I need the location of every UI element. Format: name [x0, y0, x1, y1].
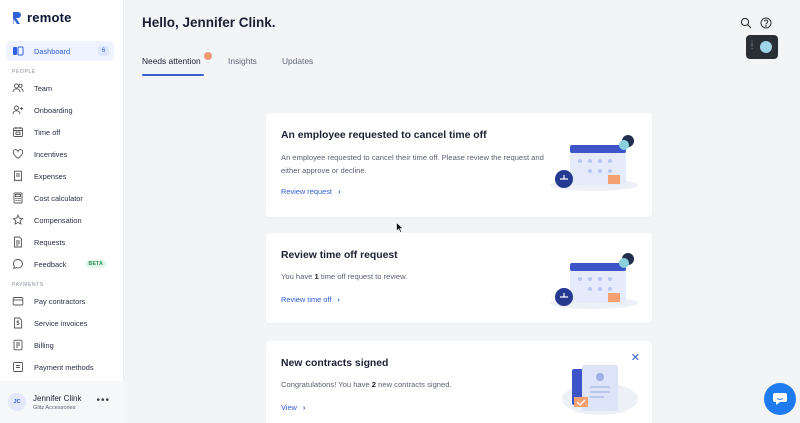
sidebar-item-label: Payment methods	[34, 362, 94, 372]
avatar: JC	[8, 393, 26, 411]
heart-icon	[12, 148, 24, 160]
tab-updates[interactable]: Updates	[282, 56, 313, 66]
chevron-right-icon: ›	[337, 187, 341, 196]
sidebar-item-label: Time off	[34, 127, 61, 137]
notification-count-badge: 6	[98, 46, 109, 56]
user-plus-icon	[12, 104, 24, 116]
contract-illustration	[562, 365, 638, 415]
section-label-payments: PAYMENTS	[12, 282, 44, 288]
search-icon[interactable]	[740, 17, 752, 29]
sidebar-item-label: Service invoices	[34, 318, 88, 328]
card-body-text: Congratulations! You have	[281, 380, 372, 389]
review-time-off-link[interactable]: Review time off ›	[281, 295, 340, 304]
sidebar-item-pay-contractors[interactable]: Pay contractors	[6, 291, 114, 311]
floating-widget[interactable]: ⋮ ⋮	[746, 35, 778, 59]
calendar-illustration	[550, 253, 638, 309]
tab-notification-dot	[204, 52, 212, 60]
link-label: Review time off	[281, 295, 332, 304]
sidebar-item-label: Billing	[34, 340, 54, 350]
card-body: Congratulations! You have 2 new contract…	[281, 378, 551, 391]
sidebar-item-cost-calculator[interactable]: Cost calculator	[6, 188, 114, 208]
dashboard-icon	[12, 45, 24, 57]
chevron-right-icon: ›	[302, 403, 306, 412]
sidebar-item-label: Pay contractors	[34, 296, 86, 306]
attention-card-review-time-off: Review time off request You have 1 time …	[266, 233, 652, 323]
chat-launcher-button[interactable]	[764, 383, 796, 415]
sidebar-item-label: Expenses	[34, 171, 67, 181]
sidebar-item-payment-methods[interactable]: Payment methods	[6, 357, 114, 377]
bill-icon	[12, 339, 24, 351]
sidebar: remote Dashboard 6 PEOPLE Team Onboardin…	[0, 0, 124, 423]
sidebar-item-label: Dashboard	[34, 46, 71, 56]
receipt-icon	[12, 170, 24, 182]
sidebar-item-label: Incentives	[34, 149, 68, 159]
sidebar-item-service-invoices[interactable]: Service invoices	[6, 313, 114, 333]
user-profile[interactable]: JC Jennifer Clink Glitz Accessories •••	[0, 381, 124, 423]
card-body-text: time off request to review.	[318, 272, 408, 281]
sidebar-item-label: Requests	[34, 237, 66, 247]
wallet-icon	[12, 295, 24, 307]
sidebar-item-expenses[interactable]: Expenses	[6, 166, 114, 186]
sidebar-item-onboarding[interactable]: Onboarding	[6, 100, 114, 120]
section-label-people: PEOPLE	[12, 69, 36, 75]
tab-insights[interactable]: Insights	[228, 56, 257, 66]
more-options-icon[interactable]: •••	[96, 395, 110, 406]
assistant-avatar-icon	[760, 41, 772, 53]
sidebar-item-label: Compensation	[34, 215, 82, 225]
card-title: An employee requested to cancel time off	[281, 130, 487, 141]
attention-card-cancel-time-off: An employee requested to cancel time off…	[266, 113, 652, 217]
sidebar-item-billing[interactable]: Billing	[6, 335, 114, 355]
calendar-illustration	[550, 135, 638, 191]
card-body: You have 1 time off request to review.	[281, 270, 551, 283]
star-icon	[12, 214, 24, 226]
sidebar-item-label: Feedback	[34, 259, 67, 269]
card-title: New contracts signed	[281, 358, 389, 369]
sidebar-item-feedback[interactable]: Feedback BETA	[6, 254, 114, 274]
card-body-text: You have	[281, 272, 315, 281]
card-title: Review time off request	[281, 250, 398, 261]
logo[interactable]: remote	[12, 10, 72, 25]
calculator-icon	[12, 192, 24, 204]
card-icon	[12, 361, 24, 373]
sidebar-item-label: Onboarding	[34, 105, 73, 115]
remote-logo-icon	[13, 11, 21, 24]
tab-needs-attention[interactable]: Needs attention	[142, 56, 201, 66]
sidebar-item-label: Cost calculator	[34, 193, 83, 203]
sidebar-item-requests[interactable]: Requests	[6, 232, 114, 252]
attention-card-contracts-signed: New contracts signed Congratulations! Yo…	[266, 341, 652, 423]
chat-icon	[773, 393, 787, 405]
link-label: View	[281, 403, 297, 412]
sidebar-item-compensation[interactable]: Compensation	[6, 210, 114, 230]
review-request-link[interactable]: Review request ›	[281, 187, 340, 196]
page-title: Hello, Jennifer Clink.	[142, 15, 276, 30]
beta-badge: BETA	[85, 260, 106, 268]
help-icon[interactable]	[760, 17, 772, 29]
logo-text: remote	[27, 10, 72, 25]
card-body-text: new contracts signed.	[376, 380, 452, 389]
card-body: An employee requested to cancel their ti…	[281, 153, 544, 175]
sidebar-item-incentives[interactable]: Incentives	[6, 144, 114, 164]
active-tab-indicator	[142, 74, 204, 76]
sidebar-item-team[interactable]: Team	[6, 78, 114, 98]
mouse-cursor-icon	[396, 222, 404, 233]
sidebar-item-label: Team	[34, 83, 53, 93]
view-contracts-link[interactable]: View ›	[281, 403, 305, 412]
main-content: Hello, Jennifer Clink. ⋮ ⋮ Needs attentio…	[124, 0, 800, 423]
user-company: Glitz Accessories	[33, 404, 76, 411]
calendar-icon	[12, 126, 24, 138]
chat-bubble-icon	[12, 258, 24, 270]
chevron-right-icon: ›	[337, 295, 340, 304]
users-icon	[12, 82, 24, 94]
sidebar-item-time-off[interactable]: Time off	[6, 122, 114, 142]
drag-handle-icon[interactable]: ⋮ ⋮	[749, 41, 755, 50]
dollar-doc-icon	[12, 317, 24, 329]
link-label: Review request	[281, 187, 332, 196]
user-name: Jennifer Clink	[33, 393, 82, 403]
document-icon	[12, 236, 24, 248]
sidebar-item-dashboard[interactable]: Dashboard 6	[6, 41, 114, 61]
